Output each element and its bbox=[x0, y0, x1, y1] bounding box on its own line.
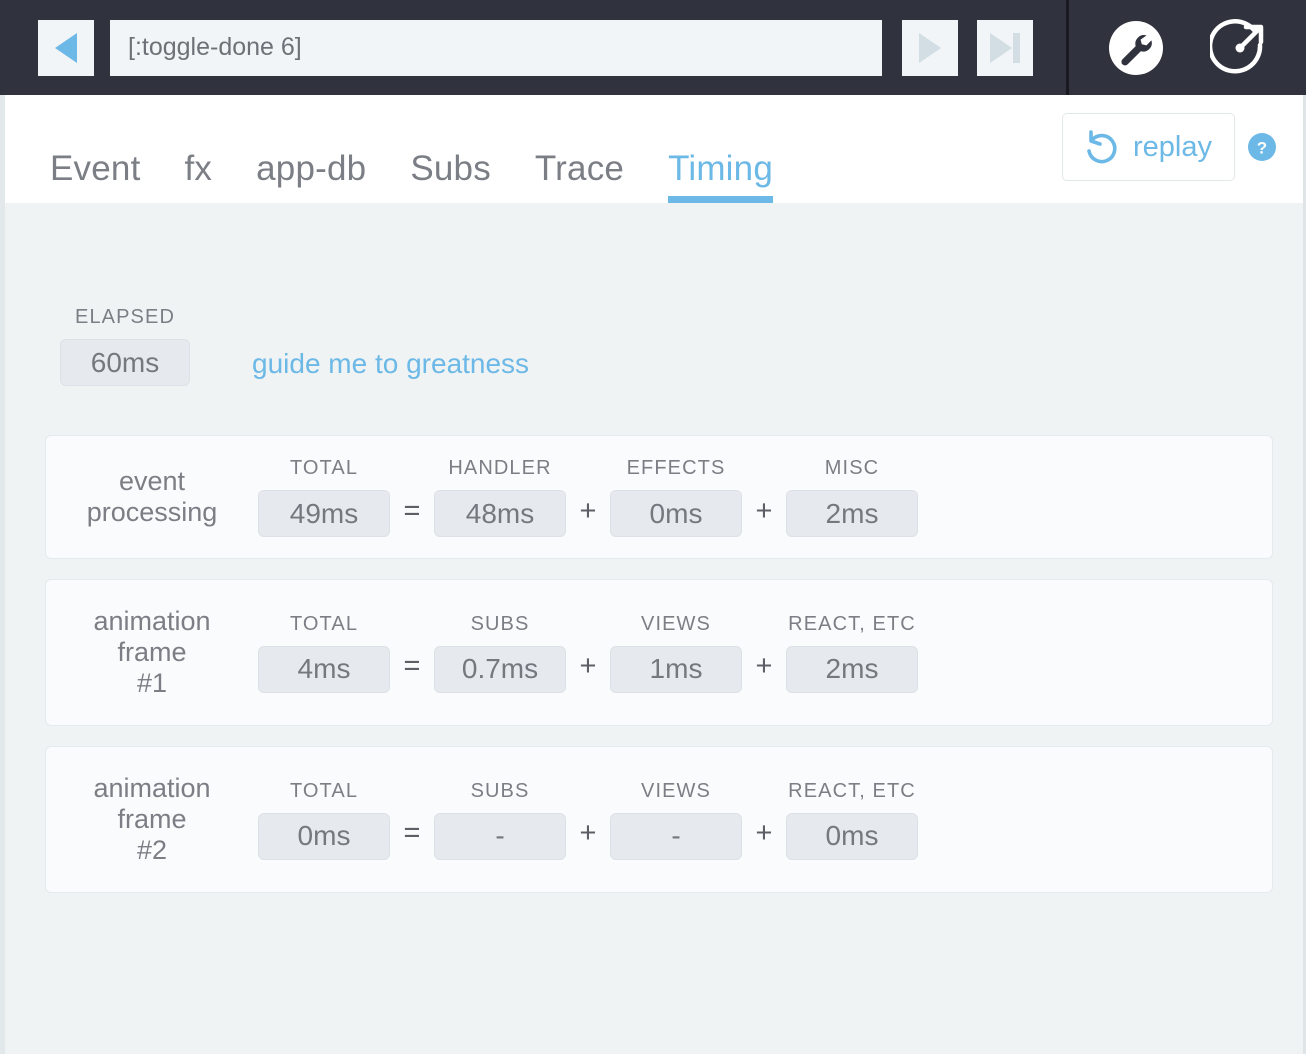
elapsed-value: 60ms bbox=[60, 339, 190, 386]
metric-label: TOTAL bbox=[289, 612, 359, 635]
timing-panel: ELAPSED 60ms guide me to greatness event… bbox=[0, 203, 1306, 1054]
wrench-circle-icon bbox=[1108, 20, 1163, 75]
elapsed-label: ELAPSED bbox=[75, 306, 175, 328]
tab-list: Event fx app-db Subs Trace Timing bbox=[50, 149, 773, 219]
metric-views: VIEWS 1ms bbox=[610, 613, 742, 693]
operator-plus-1: + bbox=[579, 494, 597, 527]
tab-subs[interactable]: Subs bbox=[410, 149, 491, 203]
tab-event-label: Event bbox=[50, 149, 141, 188]
metric-subs: SUBS - bbox=[434, 780, 566, 860]
operator-plus-2: + bbox=[755, 494, 773, 527]
metric-views: VIEWS - bbox=[610, 780, 742, 860]
tab-fx[interactable]: fx bbox=[185, 149, 213, 203]
toolbar-right-group bbox=[1066, 0, 1306, 95]
metric-react-etc: REACT, ETC 2ms bbox=[786, 613, 918, 693]
next-epoch-button[interactable] bbox=[902, 19, 958, 76]
tab-fx-label: fx bbox=[184, 149, 213, 188]
tab-app-db-label: app-db bbox=[256, 149, 367, 188]
metric-value: 1ms bbox=[610, 645, 742, 693]
tab-app-db[interactable]: app-db bbox=[256, 149, 366, 203]
metric-value: 0ms bbox=[786, 812, 918, 860]
event-value-text: [:toggle-done 6] bbox=[128, 33, 302, 61]
operator-plus-2: + bbox=[755, 817, 773, 849]
event-value-field[interactable]: [:toggle-done 6] bbox=[110, 19, 882, 76]
timing-rows: event processing TOTAL 49ms = HANDLER 48… bbox=[45, 435, 1273, 913]
metric-label: EFFECTS bbox=[626, 457, 726, 479]
tab-trace-label: Trace bbox=[534, 149, 625, 188]
external-link-icon bbox=[1209, 18, 1263, 74]
skip-bar-glyph bbox=[1013, 32, 1020, 63]
settings-button[interactable] bbox=[1105, 17, 1167, 79]
metric-total: TOTAL 49ms bbox=[258, 457, 390, 537]
metric-value: - bbox=[610, 812, 742, 860]
tab-timing-label: Timing bbox=[668, 149, 773, 188]
metric-label: SUBS bbox=[470, 612, 530, 635]
metric-label: VIEWS bbox=[641, 612, 711, 635]
operator-plus-1: + bbox=[579, 817, 597, 849]
replay-label: replay bbox=[1133, 130, 1212, 163]
metric-effects: EFFECTS 0ms bbox=[610, 457, 742, 537]
metric-total: TOTAL 4ms bbox=[258, 613, 390, 693]
metric-label: VIEWS bbox=[641, 779, 711, 802]
undo-arrow-icon bbox=[1087, 130, 1117, 164]
triangle-right-glyph bbox=[990, 32, 1012, 63]
metric-value: 49ms bbox=[258, 490, 390, 537]
last-epoch-button[interactable] bbox=[977, 19, 1033, 76]
metric-misc: MISC 2ms bbox=[786, 457, 918, 537]
metric-label: TOTAL bbox=[289, 457, 359, 479]
metric-subs: SUBS 0.7ms bbox=[434, 613, 566, 693]
metric-value: 2ms bbox=[786, 490, 918, 537]
metric-label: MISC bbox=[824, 457, 880, 479]
metric-value: 48ms bbox=[434, 490, 566, 537]
elapsed-metric: ELAPSED 60ms bbox=[60, 306, 190, 386]
metric-value: 0ms bbox=[610, 490, 742, 537]
tab-bar: Event fx app-db Subs Trace Timing replay bbox=[0, 95, 1306, 219]
question-circle-icon[interactable]: ? bbox=[1247, 132, 1277, 162]
row-title: animation frame #2 bbox=[93, 773, 211, 865]
tab-event[interactable]: Event bbox=[50, 149, 141, 203]
popout-button[interactable] bbox=[1209, 17, 1271, 79]
metric-value: 2ms bbox=[786, 645, 918, 693]
replay-group: replay ? bbox=[1062, 113, 1277, 181]
row-title: event processing bbox=[86, 466, 218, 527]
replay-button[interactable]: replay bbox=[1062, 113, 1235, 181]
metric-label: HANDLER bbox=[448, 457, 552, 479]
skip-to-end-icon bbox=[990, 32, 1020, 63]
elapsed-block: ELAPSED 60ms guide me to greatness bbox=[60, 306, 529, 386]
top-toolbar: [:toggle-done 6] bbox=[0, 0, 1306, 95]
metric-react-etc: REACT, ETC 0ms bbox=[786, 780, 918, 860]
previous-epoch-button[interactable] bbox=[38, 19, 94, 76]
row-title: animation frame #1 bbox=[93, 606, 211, 698]
operator-plus-1: + bbox=[579, 650, 597, 682]
tab-timing[interactable]: Timing bbox=[668, 149, 773, 219]
operator-equals: = bbox=[403, 650, 421, 682]
metric-handler: HANDLER 48ms bbox=[434, 457, 566, 537]
triangle-right-icon bbox=[919, 32, 941, 63]
svg-text:?: ? bbox=[1257, 139, 1267, 158]
tab-subs-label: Subs bbox=[410, 149, 491, 188]
metric-label: REACT, ETC bbox=[788, 612, 916, 635]
operator-equals: = bbox=[403, 494, 421, 527]
operator-plus-2: + bbox=[755, 650, 773, 682]
triangle-left-icon bbox=[55, 32, 77, 63]
metric-value: - bbox=[434, 812, 566, 860]
metric-label: REACT, ETC bbox=[788, 779, 916, 802]
toolbar-left-group: [:toggle-done 6] bbox=[0, 0, 1033, 95]
metric-label: TOTAL bbox=[289, 779, 359, 802]
operator-equals: = bbox=[403, 817, 421, 849]
metric-value: 0.7ms bbox=[434, 645, 566, 693]
timing-row-event-processing: event processing TOTAL 49ms = HANDLER 48… bbox=[45, 435, 1273, 559]
timing-row-animation-frame-2: animation frame #2 TOTAL 0ms = SUBS - + … bbox=[45, 746, 1273, 893]
metric-label: SUBS bbox=[470, 779, 530, 802]
metric-value: 0ms bbox=[258, 812, 390, 860]
tab-trace[interactable]: Trace bbox=[535, 149, 624, 203]
guide-link[interactable]: guide me to greatness bbox=[252, 348, 529, 380]
metric-total: TOTAL 0ms bbox=[258, 780, 390, 860]
timing-row-animation-frame-1: animation frame #1 TOTAL 4ms = SUBS 0.7m… bbox=[45, 579, 1273, 726]
metric-value: 4ms bbox=[258, 645, 390, 693]
